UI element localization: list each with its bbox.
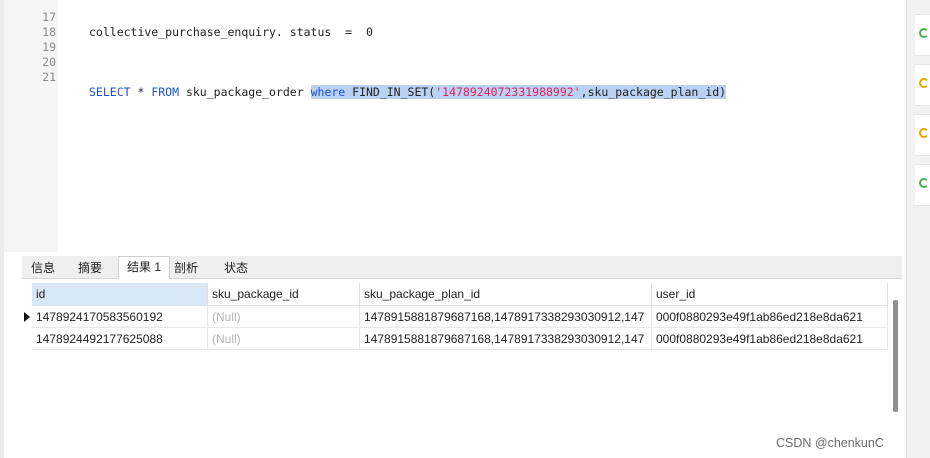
cell-sku-package-plan-id[interactable]: 1478915881879687168,1478917338293030912,… bbox=[360, 306, 652, 328]
result-tabs: 信息 摘要 结果 1 剖析 状态 bbox=[22, 256, 902, 279]
column-header-id[interactable]: id bbox=[32, 283, 208, 306]
column-header-sku-package-id[interactable]: sku_package_id bbox=[208, 283, 360, 306]
string-literal: '1478924072331988992' bbox=[435, 85, 581, 99]
tab-summary[interactable]: 摘要 bbox=[68, 258, 112, 278]
watermark: CSDN @chenkunC bbox=[776, 436, 884, 450]
side-item[interactable] bbox=[915, 14, 930, 56]
keyword-select: SELECT bbox=[89, 85, 131, 99]
code-text: SELECT * FROM sku_package_order where FI… bbox=[89, 85, 727, 100]
table-name: sku_package_order bbox=[179, 85, 311, 99]
vertical-scrollbar[interactable] bbox=[893, 300, 898, 412]
cell-id[interactable]: 1478924492177625088 bbox=[32, 328, 208, 350]
refresh-icon bbox=[919, 78, 929, 88]
selected-text[interactable]: where FIND_IN_SET('1478924072331988992',… bbox=[310, 85, 727, 99]
current-row-indicator bbox=[24, 312, 30, 322]
side-item[interactable] bbox=[915, 114, 930, 156]
result-grid[interactable]: id sku_package_id sku_package_plan_id us… bbox=[22, 283, 888, 458]
cell-sku-package-id[interactable]: (Null) bbox=[208, 306, 360, 328]
cell-sku-package-id[interactable]: (Null) bbox=[208, 328, 360, 350]
table-row[interactable]: 1478924492177625088 (Null) 1478915881879… bbox=[22, 328, 888, 350]
code-line-20[interactable]: 20 bbox=[4, 40, 904, 69]
code-line-19[interactable]: 19 bbox=[4, 25, 904, 54]
code-line-18[interactable]: 18 bbox=[4, 10, 904, 39]
side-item[interactable] bbox=[915, 164, 930, 206]
cell-user-id[interactable]: 000f0880293e49f1ab86ed218e8da621 bbox=[652, 328, 888, 350]
tab-profile[interactable]: 剖析 bbox=[168, 258, 204, 278]
code-star: * bbox=[130, 85, 152, 99]
cell-id[interactable]: 1478924170583560192 bbox=[32, 306, 208, 328]
code-line-17[interactable]: 17 collective_purchase_enquiry. status =… bbox=[4, 0, 904, 39]
keyword-from: FROM bbox=[151, 85, 180, 99]
tab-info[interactable]: 信息 bbox=[22, 258, 64, 278]
keyword-where: where bbox=[310, 85, 346, 99]
table-row[interactable]: 1478924170583560192 (Null) 1478915881879… bbox=[22, 306, 888, 328]
refresh-icon bbox=[919, 178, 929, 188]
function-call: FIND_IN_SET( bbox=[345, 85, 436, 99]
side-item[interactable] bbox=[915, 64, 930, 106]
column-header-sku-package-plan-id[interactable]: sku_package_plan_id bbox=[360, 283, 652, 306]
column-header-user-id[interactable]: user_id bbox=[652, 283, 888, 306]
code-line-21[interactable]: 21 SELECT * FROM sku_package_order where… bbox=[4, 55, 904, 99]
cell-user-id[interactable]: 000f0880293e49f1ab86ed218e8da621 bbox=[652, 306, 888, 328]
tab-result-1[interactable]: 结果 1 bbox=[118, 256, 170, 279]
tab-status[interactable]: 状态 bbox=[212, 258, 260, 278]
refresh-icon bbox=[919, 128, 929, 138]
cell-sku-package-plan-id[interactable]: 1478915881879687168,1478917338293030912,… bbox=[360, 328, 652, 350]
line-number: 21 bbox=[42, 70, 56, 84]
refresh-icon bbox=[919, 28, 929, 38]
function-args: ,sku_package_plan_id) bbox=[580, 85, 727, 99]
right-side-panel bbox=[906, 0, 930, 458]
